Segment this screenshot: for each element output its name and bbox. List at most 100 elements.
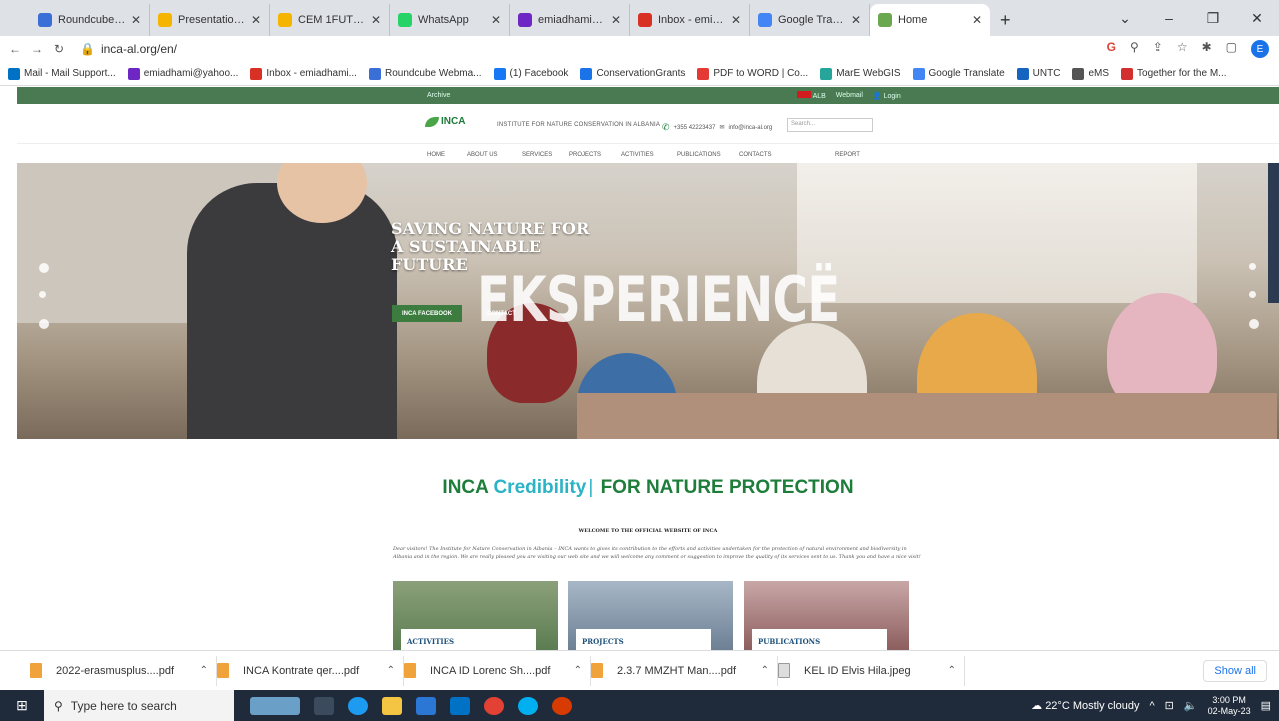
download-item[interactable]: INCA Kontrate qer....pdf ⌃: [217, 655, 404, 686]
download-item[interactable]: 2.3.7 MMZHT Man....pdf ⌃: [591, 655, 778, 686]
bookmark-item[interactable]: (1) Facebook: [493, 67, 568, 80]
share-icon[interactable]: ⇪: [1153, 40, 1163, 58]
show-all-button[interactable]: Show all: [1203, 660, 1267, 682]
publications-card[interactable]: PUBLICATIONS: [744, 581, 909, 650]
edge-icon[interactable]: [348, 696, 368, 715]
slider-next-icon[interactable]: [1249, 263, 1256, 270]
browser-tab[interactable]: Google Translate✕: [750, 4, 870, 36]
site-logo[interactable]: INCA: [425, 116, 465, 127]
contact-button[interactable]: CONTACT: [487, 311, 516, 317]
bookmark-item[interactable]: PDF to WORD | Co...: [697, 67, 808, 80]
file-explorer-icon[interactable]: [382, 696, 402, 715]
network-icon[interactable]: ⊡: [1165, 699, 1174, 712]
webmail-link[interactable]: Webmail: [836, 92, 863, 99]
close-tab-icon[interactable]: ✕: [611, 13, 621, 27]
app-icon[interactable]: [552, 696, 572, 715]
tray-chevron-icon[interactable]: ^: [1149, 700, 1154, 712]
task-view-icon[interactable]: [314, 696, 334, 715]
close-tab-icon[interactable]: ✕: [131, 13, 141, 27]
chevron-up-icon[interactable]: ⌃: [387, 665, 395, 676]
bookmark-item[interactable]: Inbox - emiadhami...: [250, 67, 357, 80]
skype-icon[interactable]: [518, 696, 538, 715]
bookmark-item[interactable]: MarE WebGIS: [820, 67, 901, 80]
back-icon[interactable]: ←: [4, 42, 26, 56]
activities-card[interactable]: ACTIVITIES: [393, 581, 558, 650]
bookmark-item[interactable]: Google Translate: [912, 67, 1005, 80]
close-tab-icon[interactable]: ✕: [491, 13, 501, 27]
extensions-icon[interactable]: ✱: [1202, 40, 1212, 58]
close-tab-icon[interactable]: ✕: [731, 13, 741, 27]
social-sidebar[interactable]: [1268, 163, 1279, 303]
tab-search-icon[interactable]: ⌄: [1103, 10, 1147, 27]
store-icon[interactable]: [416, 696, 436, 715]
bookmark-item[interactable]: emiadhami@yahoo...: [127, 67, 238, 80]
mail-app-icon[interactable]: [450, 696, 470, 715]
archive-link[interactable]: Archive: [427, 92, 450, 99]
bookmark-item[interactable]: Roundcube Webma...: [368, 67, 482, 80]
profile-avatar[interactable]: E: [1251, 40, 1269, 58]
facebook-button[interactable]: INCA FACEBOOK: [392, 305, 462, 322]
menu-item[interactable]: SERVICES: [522, 152, 552, 158]
minimize-button[interactable]: –: [1147, 10, 1191, 26]
news-widget-icon[interactable]: [250, 696, 300, 715]
bookmark-item[interactable]: ConservationGrants: [580, 67, 685, 80]
maximize-button[interactable]: ❐: [1191, 10, 1235, 27]
bookmark-item[interactable]: Together for the M...: [1121, 67, 1227, 80]
login-link[interactable]: 👤 Login: [873, 92, 901, 100]
language-switch[interactable]: ALB: [797, 91, 826, 100]
menu-item[interactable]: HOME: [427, 152, 445, 158]
url-field[interactable]: 🔒 inca-al.org/en/: [80, 42, 177, 56]
chevron-up-icon[interactable]: ⌃: [948, 665, 956, 676]
reload-icon[interactable]: ↻: [48, 42, 70, 56]
sidepanel-icon[interactable]: ▢: [1226, 40, 1237, 58]
browser-tab[interactable]: emiadhami@yaho✕: [510, 4, 630, 36]
slider-dot-icon[interactable]: [1249, 291, 1256, 298]
new-tab-button[interactable]: +: [1000, 4, 1011, 36]
star-icon[interactable]: ☆: [1177, 40, 1188, 58]
bookmark-item[interactable]: eMS: [1072, 67, 1109, 80]
browser-tab[interactable]: CEM 1FUTURE.ppt✕: [270, 4, 390, 36]
browser-tab[interactable]: Home ✕: [870, 4, 990, 36]
chevron-up-icon[interactable]: ⌃: [200, 665, 208, 676]
browser-tab[interactable]: Inbox - emiadham✕: [630, 4, 750, 36]
google-icon[interactable]: G: [1107, 40, 1116, 58]
weather-widget[interactable]: ☁ 22°C Mostly cloudy: [1031, 699, 1139, 712]
download-item[interactable]: 2022-erasmusplus....pdf ⌃: [30, 655, 217, 686]
menu-item[interactable]: PUBLICATIONS: [677, 152, 721, 158]
windows-start-icon[interactable]: ⊞: [0, 697, 44, 714]
zoom-icon[interactable]: ⚲: [1130, 40, 1139, 58]
close-tab-icon[interactable]: ✕: [251, 13, 261, 27]
browser-tab[interactable]: Roundcube Webm✕: [30, 4, 150, 36]
forward-icon[interactable]: →: [26, 42, 48, 56]
slider-dot-icon[interactable]: [1249, 319, 1259, 329]
chrome-icon[interactable]: [484, 696, 504, 715]
chevron-up-icon[interactable]: ⌃: [761, 665, 769, 676]
volume-icon[interactable]: 🔈: [1184, 699, 1198, 712]
close-tab-icon[interactable]: ✕: [972, 13, 982, 27]
slider-dot-icon[interactable]: [39, 291, 46, 298]
pdf-file-icon: [217, 663, 229, 678]
taskbar-search[interactable]: ⚲ Type here to search: [44, 690, 234, 721]
browser-tab[interactable]: Presentations 3 an✕: [150, 4, 270, 36]
slider-prev-icon[interactable]: [39, 263, 49, 273]
close-window-button[interactable]: ✕: [1235, 10, 1279, 27]
slider-dot-icon[interactable]: [39, 319, 49, 329]
close-tab-icon[interactable]: ✕: [851, 13, 861, 27]
download-item[interactable]: INCA ID Lorenc Sh....pdf ⌃: [404, 655, 591, 686]
email-address[interactable]: info@inca-al.org: [728, 125, 772, 131]
menu-item[interactable]: ACTIVITIES: [621, 152, 654, 158]
chevron-up-icon[interactable]: ⌃: [574, 665, 582, 676]
menu-item[interactable]: REPORT: [835, 152, 860, 158]
menu-item[interactable]: CONTACTS: [739, 152, 772, 158]
clock[interactable]: 3:00 PM 02-May-23: [1208, 695, 1251, 717]
notifications-icon[interactable]: ▤: [1261, 699, 1271, 712]
menu-item[interactable]: PROJECTS: [569, 152, 601, 158]
site-search-input[interactable]: Search...: [787, 118, 873, 132]
bookmark-item[interactable]: UNTC: [1016, 67, 1060, 80]
projects-card[interactable]: PROJECTS: [568, 581, 733, 650]
menu-item[interactable]: ABOUT US: [467, 152, 498, 158]
download-item[interactable]: KEL ID Elvis Hila.jpeg ⌃: [778, 655, 965, 686]
close-tab-icon[interactable]: ✕: [371, 13, 381, 27]
browser-tab[interactable]: WhatsApp ✕: [390, 4, 510, 36]
bookmark-item[interactable]: Mail - Mail Support...: [8, 67, 116, 80]
